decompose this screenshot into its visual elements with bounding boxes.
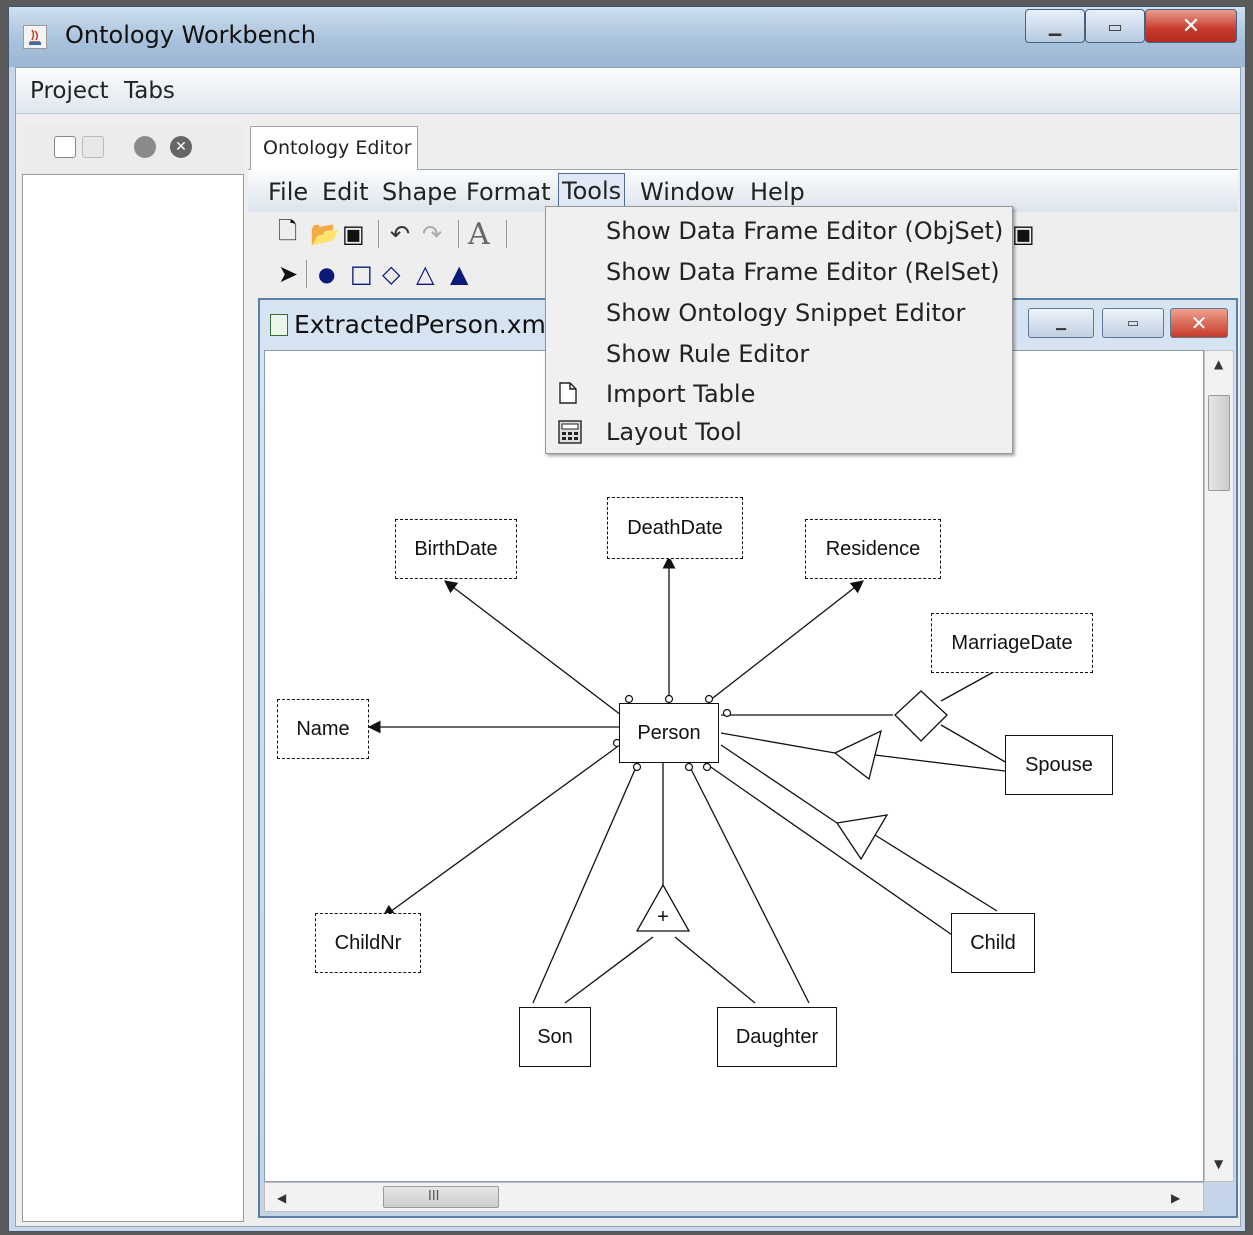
- node-child[interactable]: Child: [951, 913, 1035, 973]
- node-name[interactable]: Name: [277, 699, 369, 759]
- toolbar-separator: [506, 220, 507, 248]
- undo-icon[interactable]: ↶: [390, 220, 410, 248]
- project-panel: ✕: [22, 124, 244, 1222]
- menu-tabs[interactable]: Tabs: [124, 78, 175, 104]
- open-folder-icon[interactable]: 📂: [310, 220, 340, 248]
- triangle-filled-tool-icon[interactable]: ▲: [450, 260, 468, 288]
- java-app-icon: [23, 25, 47, 49]
- new-file-icon[interactable]: 🗋: [278, 217, 297, 248]
- menu-file[interactable]: File: [268, 178, 308, 206]
- document-title: ExtractedPerson.xml: [294, 310, 553, 339]
- minimize-icon: ▁: [1048, 16, 1062, 36]
- doc-close-button[interactable]: ✕: [1170, 308, 1228, 338]
- text-icon[interactable]: A: [468, 217, 490, 252]
- close-button[interactable]: ✕: [1145, 9, 1237, 43]
- globe-icon[interactable]: [134, 136, 156, 158]
- scroll-down-icon[interactable]: ▼: [1214, 1157, 1223, 1171]
- doc-maximize-button[interactable]: ▭: [1102, 308, 1164, 338]
- node-residence[interactable]: Residence: [805, 519, 941, 579]
- rectangle-tool-icon[interactable]: □: [350, 260, 373, 288]
- node-childnr[interactable]: ChildNr: [315, 913, 421, 973]
- menu-item-show-data-frame-editor-relset[interactable]: Show Data Frame Editor (RelSet): [546, 252, 1012, 292]
- node-daughter[interactable]: Daughter: [717, 1007, 837, 1067]
- horizontal-scrollbar[interactable]: ◀ III ▶: [264, 1182, 1204, 1212]
- diagram-canvas[interactable]: + BirthDate DeathDate Residence Marriage…: [264, 350, 1204, 1182]
- minimize-icon: ▁: [1056, 315, 1066, 331]
- tab-ontology-editor[interactable]: Ontology Editor: [250, 126, 418, 170]
- maximize-icon: ▭: [1126, 315, 1140, 331]
- maximize-button[interactable]: ▭: [1085, 9, 1145, 43]
- triangle-outline-tool-icon[interactable]: △: [416, 260, 434, 288]
- menu-edit[interactable]: Edit: [322, 178, 368, 206]
- maximize-icon: ▭: [1107, 16, 1123, 36]
- point-tool-icon[interactable]: ●: [318, 260, 335, 288]
- project-toolbar: ✕: [22, 124, 244, 174]
- close-project-icon[interactable]: ✕: [170, 136, 192, 158]
- redo-icon[interactable]: ↷: [422, 220, 442, 248]
- close-icon: ✕: [1190, 311, 1208, 335]
- application-window: Ontology Workbench ▁ ▭ ✕ Project Tabs ✕ …: [8, 6, 1246, 1232]
- main-menubar: Project Tabs: [16, 68, 1240, 114]
- new-project-icon[interactable]: [54, 136, 76, 158]
- node-marriagedate[interactable]: MarriageDate: [931, 613, 1093, 673]
- menu-shape[interactable]: Shape: [382, 178, 457, 206]
- node-spouse[interactable]: Spouse: [1005, 735, 1113, 795]
- document-icon: [270, 314, 288, 336]
- doc-minimize-button[interactable]: ▁: [1028, 308, 1094, 338]
- vertical-scrollbar[interactable]: ▲ ▼: [1204, 350, 1234, 1182]
- menu-help[interactable]: Help: [750, 178, 805, 206]
- toolbar-separator: [306, 260, 307, 288]
- new-file-icon: [558, 382, 578, 404]
- menu-item-import-table[interactable]: Import Table: [546, 374, 1012, 414]
- menu-window[interactable]: Window: [640, 178, 735, 206]
- menu-project[interactable]: Project: [30, 78, 109, 104]
- node-son[interactable]: Son: [519, 1007, 591, 1067]
- close-icon: ✕: [1181, 13, 1201, 39]
- project-list[interactable]: [22, 174, 244, 1222]
- save-icon[interactable]: ▣: [342, 220, 365, 248]
- save-as-icon[interactable]: ▣: [1012, 220, 1035, 248]
- toolbar-separator: [378, 220, 379, 248]
- node-person[interactable]: Person: [619, 703, 719, 763]
- scroll-up-icon[interactable]: ▲: [1214, 357, 1223, 371]
- layout-tool-icon: [558, 420, 582, 444]
- scroll-right-icon[interactable]: ▶: [1171, 1191, 1180, 1205]
- minimize-button[interactable]: ▁: [1025, 9, 1085, 43]
- node-deathdate[interactable]: DeathDate: [607, 497, 743, 559]
- menu-item-layout-tool[interactable]: Layout Tool: [546, 412, 1012, 452]
- title-bar[interactable]: Ontology Workbench ▁ ▭ ✕: [9, 7, 1245, 67]
- vertical-scroll-thumb[interactable]: [1208, 395, 1230, 491]
- node-birthdate[interactable]: BirthDate: [395, 519, 517, 579]
- menu-tools[interactable]: Tools: [558, 173, 626, 207]
- menu-item-show-rule-editor[interactable]: Show Rule Editor: [546, 334, 1012, 374]
- toolbar-separator: [458, 220, 459, 248]
- union-symbol: +: [657, 906, 669, 928]
- menu-item-show-data-frame-editor-objset[interactable]: Show Data Frame Editor (ObjSet): [546, 211, 1012, 251]
- window-title: Ontology Workbench: [65, 21, 317, 49]
- scroll-left-icon[interactable]: ◀: [277, 1191, 286, 1205]
- scroll-grip: III: [428, 1189, 440, 1204]
- menu-format[interactable]: Format: [466, 178, 551, 206]
- horizontal-scroll-thumb[interactable]: III: [383, 1186, 499, 1208]
- select-pointer-icon[interactable]: ➤: [278, 260, 298, 288]
- open-project-icon[interactable]: [82, 136, 104, 158]
- diamond-tool-icon[interactable]: ◇: [382, 260, 400, 288]
- tools-dropdown-menu: Show Data Frame Editor (ObjSet) Show Dat…: [545, 206, 1013, 454]
- menu-item-show-ontology-snippet-editor[interactable]: Show Ontology Snippet Editor: [546, 293, 1012, 333]
